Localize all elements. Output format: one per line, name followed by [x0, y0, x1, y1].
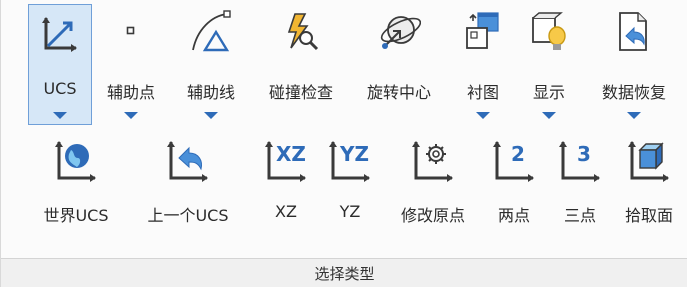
ribbon-row-1: UCS 辅助点 辅助线 碰撞检查 旋转中心 衬图 显示 数据恢复 — [1, 0, 687, 128]
collision-check-icon — [281, 12, 321, 52]
aux-point-label: 辅助点 — [106, 83, 155, 102]
pick-face-button[interactable]: 拾取面 — [613, 134, 685, 234]
ribbon-row-2: 世界UCS 上一个UCS XZ XZ YZ YZ 修改原点 2 两点 3 三点 … — [1, 128, 687, 256]
curve-line-icon — [189, 10, 233, 54]
world-ucs-label: 世界UCS — [43, 206, 109, 225]
display-button[interactable]: 显示 — [519, 4, 579, 125]
previous-ucs-icon — [165, 138, 211, 184]
aux-point-dropdown-arrow[interactable] — [124, 112, 138, 119]
aux-line-label: 辅助线 — [186, 83, 235, 102]
underlay-label: 衬图 — [466, 83, 499, 102]
underlay-dropdown-arrow[interactable] — [476, 112, 490, 119]
pick-face-icon — [626, 138, 672, 184]
modify-origin-button[interactable]: 修改原点 — [387, 134, 479, 234]
panel-footer[interactable]: 选择类型 — [1, 258, 687, 287]
display-label: 显示 — [532, 83, 565, 102]
data-restore-label: 数据恢复 — [601, 83, 666, 102]
collision-check-button[interactable]: 碰撞检查 — [257, 4, 345, 125]
ucs-label: UCS — [43, 79, 77, 98]
underlay-button[interactable]: 衬图 — [453, 4, 513, 125]
aux-line-button[interactable]: 辅助线 — [175, 4, 247, 125]
aux-point-button[interactable]: 辅助点 — [97, 4, 165, 125]
panel-title: 选择类型 — [314, 265, 375, 283]
aux-line-dropdown-arrow[interactable] — [204, 112, 218, 119]
three-point-axis-text: 3 — [577, 142, 591, 166]
ucs-ribbon-panel: UCS 辅助点 辅助线 碰撞检查 旋转中心 衬图 显示 数据恢复 世界UCS 上… — [0, 0, 687, 287]
ucs-button[interactable]: UCS — [28, 4, 92, 125]
two-point-label: 两点 — [497, 206, 530, 225]
display-icon — [527, 10, 571, 54]
modify-origin-label: 修改原点 — [400, 206, 465, 225]
pick-face-label: 拾取面 — [624, 206, 673, 225]
yz-axis-text: YZ — [340, 142, 369, 166]
previous-ucs-label: 上一个UCS — [147, 206, 229, 225]
three-point-button[interactable]: 3 三点 — [549, 134, 611, 234]
two-point-button[interactable]: 2 两点 — [483, 134, 545, 234]
two-point-axis-text: 2 — [511, 142, 525, 166]
yz-label: YZ — [339, 202, 361, 221]
rotation-center-icon — [377, 10, 421, 54]
point-icon — [126, 26, 136, 36]
display-dropdown-arrow[interactable] — [542, 112, 556, 119]
rotation-center-label: 旋转中心 — [366, 83, 431, 102]
world-ucs-button[interactable]: 世界UCS — [29, 134, 123, 234]
data-restore-icon — [612, 10, 656, 54]
xz-plane-icon: XZ — [263, 138, 309, 184]
world-ucs-icon — [53, 138, 99, 184]
ucs-dropdown-arrow[interactable] — [53, 112, 67, 119]
three-point-icon: 3 — [557, 138, 603, 184]
two-point-icon: 2 — [491, 138, 537, 184]
underlay-icon — [461, 10, 505, 54]
ucs-axes-icon — [40, 14, 80, 54]
data-restore-button[interactable]: 数据恢复 — [589, 4, 679, 125]
xz-axis-text: XZ — [276, 142, 306, 166]
rotation-center-button[interactable]: 旋转中心 — [353, 4, 445, 125]
xz-label: XZ — [275, 202, 297, 221]
collision-check-label: 碰撞检查 — [268, 83, 333, 102]
yz-plane-icon: YZ — [327, 138, 373, 184]
data-restore-dropdown-arrow[interactable] — [627, 112, 641, 119]
yz-plane-button[interactable]: YZ YZ — [317, 134, 383, 234]
three-point-label: 三点 — [563, 206, 596, 225]
modify-origin-icon — [410, 138, 456, 184]
previous-ucs-button[interactable]: 上一个UCS — [133, 134, 243, 234]
xz-plane-button[interactable]: XZ XZ — [253, 134, 319, 234]
